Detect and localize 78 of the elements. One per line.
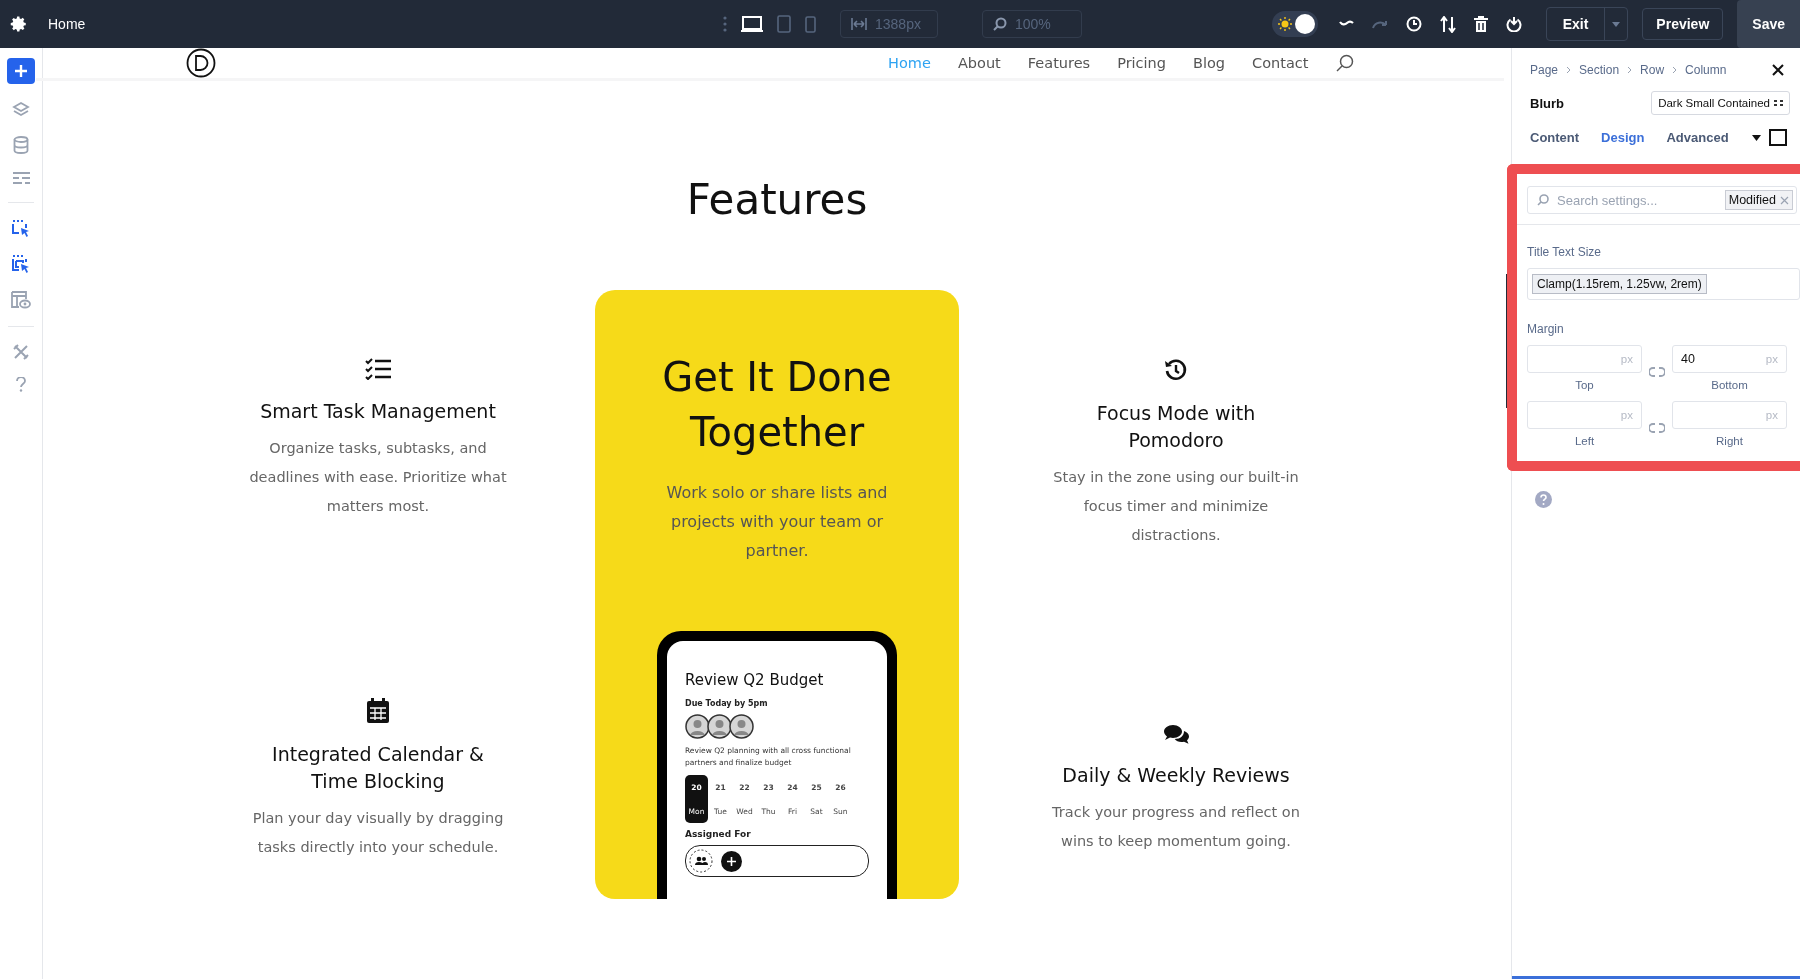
nav-link[interactable]: About bbox=[957, 55, 1001, 71]
feature-title: Focus Mode with Pomodoro bbox=[1095, 401, 1257, 453]
task-title: Review Q2 Budget bbox=[685, 671, 825, 689]
power-icon[interactable] bbox=[1505, 16, 1522, 32]
people-icon bbox=[689, 849, 713, 873]
clock-rewind-icon bbox=[1164, 358, 1188, 382]
avatar-icon bbox=[729, 714, 754, 739]
feature-description: Track your progress and reflect on wins to keep momentum going. bbox=[1051, 803, 1301, 851]
nav-link[interactable]: Blog bbox=[1193, 55, 1226, 71]
nav-link[interactable]: Pricing bbox=[1117, 55, 1166, 71]
margin-side-label: Bottom bbox=[1711, 379, 1748, 391]
margin-side-label: Top bbox=[1575, 379, 1594, 391]
caret-icon bbox=[1612, 21, 1621, 27]
history-icon[interactable] bbox=[1405, 16, 1422, 32]
expand-square-icon[interactable] bbox=[1769, 129, 1787, 146]
module-name: Blurb bbox=[1530, 95, 1564, 111]
checklist-icon bbox=[365, 358, 391, 380]
site-logo[interactable] bbox=[185, 48, 216, 78]
avatar-icon bbox=[685, 714, 710, 739]
page-title: Home bbox=[48, 16, 86, 32]
chevron-right-icon bbox=[1566, 66, 1572, 74]
feature-description: Plan your day visually by dragging tasks directly into your schedule. bbox=[251, 809, 505, 857]
breadcrumb-link[interactable]: Row bbox=[1640, 63, 1665, 77]
nav-link[interactable]: Contact bbox=[1252, 55, 1309, 71]
breadcrumb-link[interactable]: Column bbox=[1685, 63, 1727, 77]
redo-icon[interactable] bbox=[1371, 18, 1388, 30]
desktop-view-icon[interactable] bbox=[741, 15, 763, 33]
feature-title: Integrated Calendar & Time Blocking bbox=[271, 742, 485, 794]
multi-select-cursor-icon[interactable] bbox=[12, 255, 30, 274]
margin-side-label: Left bbox=[1574, 435, 1595, 447]
plus-icon bbox=[15, 65, 27, 77]
assigned-label: Assigned For bbox=[685, 829, 752, 839]
save-button[interactable]: Save bbox=[1737, 0, 1800, 48]
chat-bubbles-icon bbox=[1163, 724, 1189, 744]
card-description: Work solo or share lists and projects with your team or partner. bbox=[665, 482, 889, 562]
field-label: Title Text Size bbox=[1527, 245, 1603, 259]
drag-handle-icon bbox=[1774, 99, 1783, 107]
add-icon[interactable] bbox=[721, 850, 742, 872]
trash-icon[interactable] bbox=[1473, 16, 1488, 32]
search-icon bbox=[993, 17, 1007, 31]
calendar-icon bbox=[367, 698, 389, 723]
panel-tab[interactable]: Advanced bbox=[1666, 130, 1729, 145]
breadcrumb-link[interactable]: Section bbox=[1579, 63, 1620, 77]
task-due-date: Due Today by 5pm bbox=[685, 699, 769, 708]
breadcrumb-link[interactable]: Page bbox=[1530, 63, 1559, 77]
more-options-icon[interactable] bbox=[723, 16, 727, 32]
search-icon[interactable] bbox=[1335, 54, 1354, 72]
assignee-field[interactable] bbox=[685, 845, 869, 877]
settings-icon[interactable] bbox=[10, 15, 28, 33]
sort-arrows-icon[interactable] bbox=[1439, 15, 1456, 33]
chevron-right-icon bbox=[1672, 66, 1678, 74]
select-cursor-icon[interactable] bbox=[12, 220, 30, 238]
nav-link[interactable]: Features bbox=[1027, 55, 1091, 71]
caret-icon[interactable] bbox=[1752, 134, 1761, 141]
avatar-icon bbox=[707, 714, 732, 739]
panel-tab[interactable]: Design bbox=[1601, 130, 1645, 145]
theme-toggle[interactable] bbox=[1271, 11, 1318, 37]
feature-title: Daily & Weekly Reviews bbox=[1061, 763, 1291, 788]
search-icon bbox=[1537, 194, 1549, 206]
feature-title: Smart Task Management bbox=[259, 399, 497, 424]
chevron-right-icon bbox=[1627, 66, 1633, 74]
search-field[interactable]: Search settings... Modified bbox=[1527, 186, 1797, 214]
margin-input[interactable]: 40 px bbox=[1672, 345, 1787, 373]
feature-description: Organize tasks, subtasks, and deadlines with ease. Prioritize what matters most. bbox=[248, 439, 508, 516]
feature-description: Stay in the zone using our built-in focus timer and minimize distractions. bbox=[1052, 468, 1300, 545]
preview-button[interactable]: Preview bbox=[1642, 8, 1724, 40]
preset-dropdown[interactable]: Dark Small Contained bbox=[1651, 91, 1790, 115]
add-button[interactable] bbox=[7, 58, 35, 84]
card-title: Get It Done Together bbox=[661, 353, 893, 457]
close-icon[interactable] bbox=[1772, 64, 1784, 76]
title-size-field[interactable]: Clamp(1.15rem, 1.25vw, 2rem) bbox=[1527, 268, 1800, 300]
filter-tag[interactable]: Modified bbox=[1724, 190, 1793, 210]
section-heading: Features bbox=[686, 175, 868, 224]
sun-icon bbox=[1277, 17, 1292, 31]
field-label: Margin bbox=[1527, 322, 1565, 336]
width-arrows-icon bbox=[851, 18, 867, 30]
panel-tab[interactable]: Content bbox=[1530, 130, 1580, 145]
margin-side-label: Right bbox=[1716, 435, 1743, 447]
